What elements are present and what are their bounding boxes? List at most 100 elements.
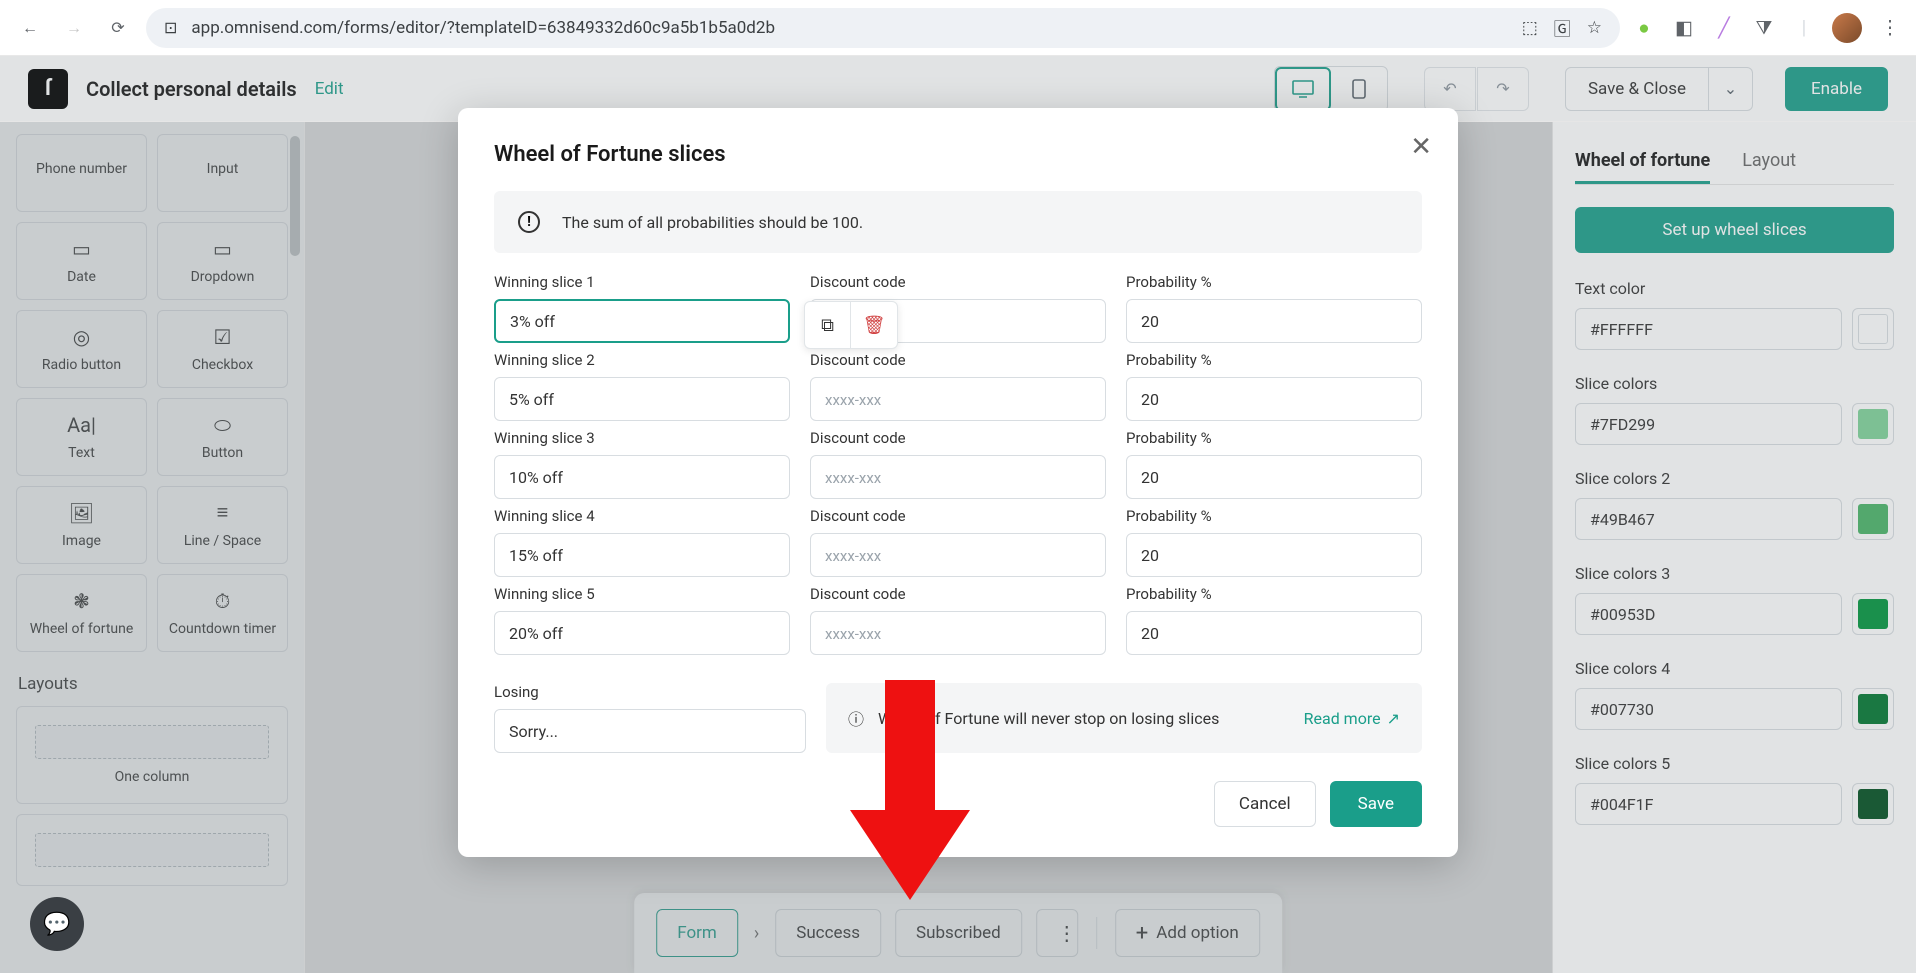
modal-warning-box: ! The sum of all probabilities should be… — [494, 191, 1422, 253]
redo-button[interactable]: ↷ — [1477, 67, 1529, 111]
probability-input-2[interactable] — [1126, 377, 1422, 421]
discount-code-input-3[interactable] — [810, 455, 1106, 499]
tab-wheel-of-fortune[interactable]: Wheel of fortune — [1575, 140, 1710, 184]
device-desktop-button[interactable] — [1275, 67, 1331, 111]
browser-bar: ← → ⟳ ⊡ app.omnisend.com/forms/editor/?t… — [0, 0, 1916, 56]
right-tabs: Wheel of fortune Layout — [1575, 140, 1894, 185]
modal-cancel-button[interactable]: Cancel — [1214, 781, 1316, 827]
block-button[interactable]: ⬭Button — [157, 398, 288, 476]
slice-name-input-4[interactable] — [494, 533, 790, 577]
url-bar[interactable]: ⊡ app.omnisend.com/forms/editor/?templat… — [146, 8, 1620, 48]
site-info-icon[interactable]: ⊡ — [164, 18, 177, 37]
undo-button[interactable]: ↶ — [1424, 67, 1476, 111]
undo-redo-group: ↶ ↷ — [1424, 67, 1529, 111]
layout-preview — [35, 833, 269, 867]
slice-row-1: Winning slice 1 ⧉ 🗑 Discount code Probab… — [494, 273, 1422, 343]
slice-color-swatch-4[interactable] — [1852, 688, 1894, 730]
discount-code-input-4[interactable] — [810, 533, 1106, 577]
text-color-swatch[interactable] — [1852, 308, 1894, 350]
layouts-heading: Layouts — [18, 674, 288, 694]
tab-layout[interactable]: Layout — [1742, 140, 1796, 184]
text-color-input[interactable]: #FFFFFF — [1575, 308, 1842, 350]
slice-label-4: Winning slice 4 — [494, 507, 790, 525]
block-image[interactable]: 🖼Image — [16, 486, 147, 564]
slice-color-swatch-3[interactable] — [1852, 593, 1894, 635]
browser-menu-icon[interactable]: ⋮ — [1878, 16, 1902, 40]
slice-name-input-5[interactable] — [494, 611, 790, 655]
step-success-button[interactable]: Success — [775, 909, 881, 957]
code-label-2: Discount code — [810, 351, 1106, 369]
external-link-icon: ↗ — [1387, 709, 1400, 728]
slice-name-input-2[interactable] — [494, 377, 790, 421]
nav-back-button[interactable]: ← — [14, 12, 46, 44]
block-line-space[interactable]: ≡Line / Space — [157, 486, 288, 564]
nav-reload-button[interactable]: ⟳ — [102, 12, 134, 44]
ext-icon-2[interactable]: ◧ — [1672, 16, 1696, 40]
slice-name-input-1[interactable] — [494, 299, 790, 343]
profile-avatar[interactable] — [1832, 13, 1862, 43]
install-app-icon[interactable]: ⬚ — [1522, 18, 1538, 38]
delete-slice-button[interactable]: 🗑 — [851, 302, 897, 348]
slice-color-swatch-1[interactable] — [1852, 403, 1894, 445]
duplicate-slice-button[interactable]: ⧉ — [805, 302, 851, 348]
block-date[interactable]: ▭Date — [16, 222, 147, 300]
text-icon: Aa| — [67, 413, 96, 437]
probability-input-5[interactable] — [1126, 611, 1422, 655]
setup-wheel-slices-button[interactable]: Set up wheel slices — [1575, 207, 1894, 253]
modal-close-button[interactable]: ✕ — [1410, 132, 1432, 162]
block-phone-number[interactable]: Phone number — [16, 134, 147, 212]
device-mobile-button[interactable] — [1331, 67, 1387, 111]
step-more-button[interactable]: ⋮ — [1036, 909, 1078, 957]
slice-color-input-5[interactable]: #004F1F — [1575, 783, 1842, 825]
left-scrollbar[interactable] — [290, 136, 300, 256]
slice-row-4: Winning slice 4 Discount code Probabilit… — [494, 507, 1422, 577]
slice-color-swatch-5[interactable] — [1852, 783, 1894, 825]
extensions-puzzle-icon[interactable]: ⧩ — [1752, 16, 1776, 40]
edit-title-link[interactable]: Edit — [315, 79, 344, 99]
slice-color-input-4[interactable]: #007730 — [1575, 688, 1842, 730]
block-dropdown[interactable]: ▭Dropdown — [157, 222, 288, 300]
slice-color-swatch-2[interactable] — [1852, 498, 1894, 540]
ext-icon-1[interactable]: ● — [1632, 16, 1656, 40]
slice-name-input-3[interactable] — [494, 455, 790, 499]
save-close-button[interactable]: Save & Close — [1565, 67, 1709, 111]
ext-icon-3[interactable]: ╱ — [1712, 16, 1736, 40]
date-icon: ▭ — [72, 237, 91, 261]
read-more-link[interactable]: Read more ↗ — [1304, 709, 1400, 728]
translate-icon[interactable]: 🄶 — [1554, 15, 1571, 40]
slice-color-input-1[interactable]: #7FD299 — [1575, 403, 1842, 445]
radio-icon: ◎ — [73, 325, 90, 349]
modal-save-button[interactable]: Save — [1330, 781, 1422, 827]
block-wheel-of-fortune[interactable]: ❃Wheel of fortune — [16, 574, 147, 652]
probability-input-4[interactable] — [1126, 533, 1422, 577]
block-input[interactable]: Input — [157, 134, 288, 212]
block-checkbox[interactable]: ☑Checkbox — [157, 310, 288, 388]
layout-block-2[interactable] — [16, 814, 288, 886]
bookmark-star-icon[interactable]: ☆ — [1587, 18, 1602, 38]
slice-label-2: Winning slice 2 — [494, 351, 790, 369]
step-form-button[interactable]: Form — [656, 909, 738, 957]
block-radio[interactable]: ◎Radio button — [16, 310, 147, 388]
nav-forward-button[interactable]: → — [58, 12, 90, 44]
enable-button[interactable]: Enable — [1785, 67, 1888, 111]
code-label-1: Discount code — [810, 273, 1106, 291]
discount-code-input-2[interactable] — [810, 377, 1106, 421]
add-option-button[interactable]: +Add option — [1115, 909, 1260, 957]
right-panel: Wheel of fortune Layout Set up wheel sli… — [1552, 122, 1916, 973]
chat-bubble-button[interactable]: 💬 — [30, 897, 84, 951]
chevron-right-icon: › — [752, 923, 761, 944]
probability-input-1[interactable] — [1126, 299, 1422, 343]
slice-color-input-2[interactable]: #49B467 — [1575, 498, 1842, 540]
layout-one-column[interactable]: One column — [16, 706, 288, 804]
block-countdown-timer[interactable]: ⏱Countdown timer — [157, 574, 288, 652]
discount-code-input-5[interactable] — [810, 611, 1106, 655]
losing-input[interactable] — [494, 709, 806, 753]
left-panel: Phone number Input ▭Date ▭Dropdown ◎Radi… — [0, 122, 305, 973]
save-close-chevron-button[interactable]: ⌄ — [1709, 67, 1753, 111]
warning-text: The sum of all probabilities should be 1… — [562, 213, 863, 232]
step-subscribed-button[interactable]: Subscribed — [895, 909, 1022, 957]
slice-color-input-3[interactable]: #00953D — [1575, 593, 1842, 635]
block-text[interactable]: Aa|Text — [16, 398, 147, 476]
probability-input-3[interactable] — [1126, 455, 1422, 499]
app-logo[interactable]: ſ — [28, 69, 68, 109]
